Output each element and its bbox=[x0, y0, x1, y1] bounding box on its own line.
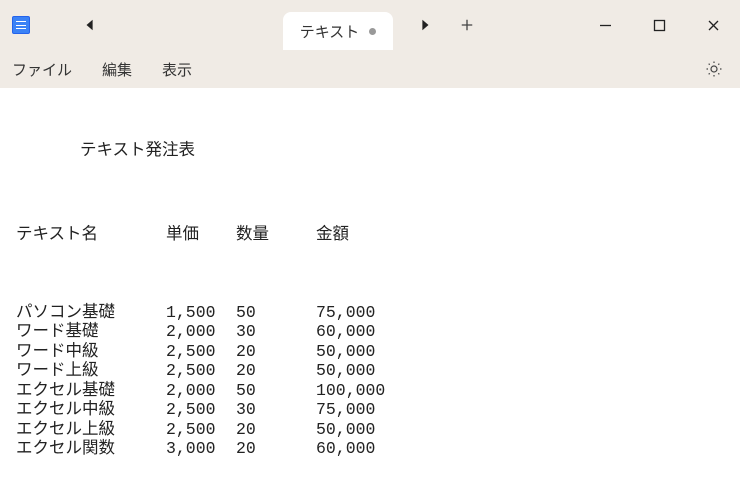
cell-amount: 60,000 bbox=[316, 439, 416, 458]
cell-price: 2,500 bbox=[166, 400, 236, 419]
col-qty: 数量 bbox=[236, 225, 316, 244]
cell-name: ワード基礎 bbox=[16, 322, 166, 341]
cell-name: ワード上級 bbox=[16, 361, 166, 380]
minimize-icon bbox=[599, 19, 612, 32]
table-row: エクセル基礎2,00050100,000 bbox=[16, 381, 724, 400]
doc-title: テキスト発注表 bbox=[80, 141, 724, 160]
cell-price: 2,000 bbox=[166, 322, 236, 341]
triangle-right-icon bbox=[418, 18, 432, 32]
menu-view[interactable]: 表示 bbox=[162, 59, 192, 80]
table-row: ワード上級2,5002050,000 bbox=[16, 361, 724, 380]
table-row: ワード中級2,5002050,000 bbox=[16, 342, 724, 361]
back-button[interactable] bbox=[72, 7, 108, 43]
window-maximize-button[interactable] bbox=[632, 6, 686, 44]
cell-amount: 50,000 bbox=[316, 342, 416, 361]
close-icon bbox=[707, 19, 720, 32]
cell-price: 2,000 bbox=[166, 381, 236, 400]
cell-qty: 20 bbox=[236, 420, 316, 439]
cell-name: パソコン基礎 bbox=[16, 303, 166, 322]
col-name: テキスト名 bbox=[16, 225, 166, 244]
cell-qty: 50 bbox=[236, 381, 316, 400]
cell-amount: 75,000 bbox=[316, 303, 416, 322]
settings-button[interactable] bbox=[700, 55, 728, 83]
cell-amount: 60,000 bbox=[316, 322, 416, 341]
unsaved-dot-icon bbox=[369, 28, 376, 35]
cell-qty: 20 bbox=[236, 361, 316, 380]
triangle-left-icon bbox=[83, 18, 97, 32]
cell-amount: 75,000 bbox=[316, 400, 416, 419]
window-close-button[interactable] bbox=[686, 6, 740, 44]
cell-qty: 50 bbox=[236, 303, 316, 322]
table-row: エクセル中級2,5003075,000 bbox=[16, 400, 724, 419]
notepad-app-icon bbox=[12, 16, 30, 34]
cell-qty: 30 bbox=[236, 400, 316, 419]
col-amount: 金額 bbox=[316, 225, 416, 244]
cell-price: 2,500 bbox=[166, 420, 236, 439]
window-minimize-button[interactable] bbox=[578, 6, 632, 44]
new-tab-button[interactable] bbox=[449, 7, 485, 43]
table-row: ワード基礎2,0003060,000 bbox=[16, 322, 724, 341]
cell-qty: 20 bbox=[236, 342, 316, 361]
cell-name: エクセル関数 bbox=[16, 439, 166, 458]
cell-qty: 30 bbox=[236, 322, 316, 341]
titlebar: テキスト bbox=[0, 0, 740, 50]
table-row: エクセル上級2,5002050,000 bbox=[16, 420, 724, 439]
tab-label: テキスト bbox=[300, 21, 360, 42]
cell-name: ワード中級 bbox=[16, 342, 166, 361]
cell-price: 2,500 bbox=[166, 361, 236, 380]
cell-qty: 20 bbox=[236, 439, 316, 458]
gear-icon bbox=[705, 60, 723, 78]
maximize-icon bbox=[653, 19, 666, 32]
table-row: パソコン基礎1,5005075,000 bbox=[16, 303, 724, 322]
active-tab[interactable]: テキスト bbox=[283, 12, 393, 50]
menu-file[interactable]: ファイル bbox=[12, 59, 72, 80]
cell-amount: 50,000 bbox=[316, 420, 416, 439]
cell-name: エクセル中級 bbox=[16, 400, 166, 419]
forward-button[interactable] bbox=[407, 7, 443, 43]
cell-price: 3,000 bbox=[166, 439, 236, 458]
menu-edit[interactable]: 編集 bbox=[102, 59, 132, 80]
document-area[interactable]: テキスト発注表 テキスト名 単価 数量 金額 パソコン基礎1,5005075,0… bbox=[0, 88, 740, 501]
plus-icon bbox=[460, 18, 474, 32]
table-row: エクセル関数3,0002060,000 bbox=[16, 439, 724, 458]
cell-amount: 50,000 bbox=[316, 361, 416, 380]
table-header-row: テキスト名 単価 数量 金額 bbox=[16, 225, 724, 244]
menubar: ファイル 編集 表示 bbox=[0, 50, 740, 88]
cell-amount: 100,000 bbox=[316, 381, 416, 400]
col-price: 単価 bbox=[166, 225, 236, 244]
cell-name: エクセル基礎 bbox=[16, 381, 166, 400]
cell-price: 2,500 bbox=[166, 342, 236, 361]
cell-price: 1,500 bbox=[166, 303, 236, 322]
cell-name: エクセル上級 bbox=[16, 420, 166, 439]
